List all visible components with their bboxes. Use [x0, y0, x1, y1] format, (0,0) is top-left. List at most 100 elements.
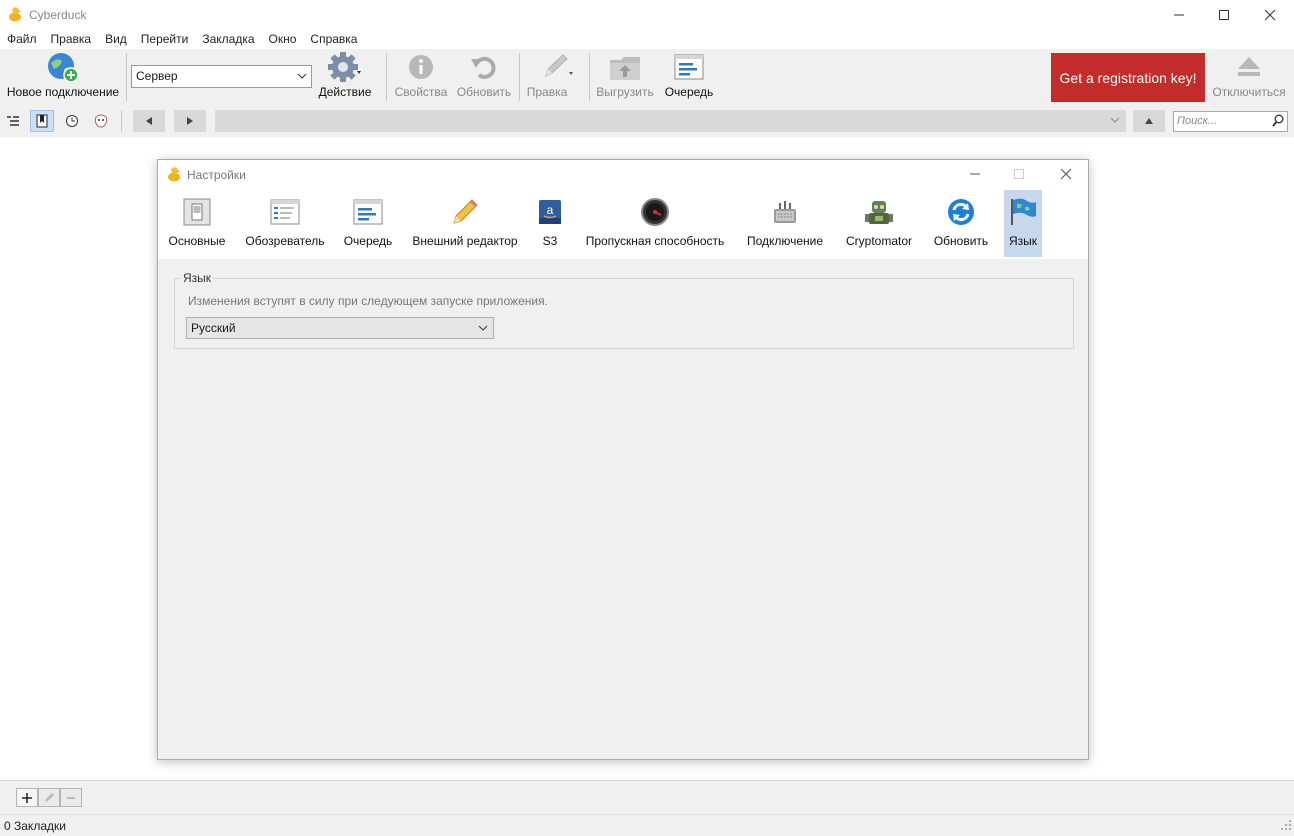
- disconnect-button[interactable]: Отключиться: [1209, 49, 1289, 105]
- status-bar: 0 Закладки: [0, 814, 1294, 836]
- queue-button[interactable]: Очередь: [660, 49, 718, 105]
- server-select[interactable]: Сервер: [131, 65, 312, 88]
- tab-bandwidth[interactable]: Пропускная способность: [578, 190, 732, 257]
- up-arrow-icon: [1145, 118, 1153, 124]
- tab-label: Подключение: [746, 234, 824, 248]
- dialog-maximize-button[interactable]: [1004, 164, 1034, 184]
- path-dropdown[interactable]: [215, 110, 1126, 132]
- new-connection-label: Новое подключение: [6, 85, 120, 99]
- bookmark-actions-bar: [0, 780, 1294, 814]
- eject-icon: [1235, 49, 1263, 85]
- search-input[interactable]: Поиск...: [1173, 111, 1288, 132]
- preferences-header: Настройки Основные Обозреватель Очередь …: [158, 160, 1088, 259]
- tab-general[interactable]: Основные: [164, 190, 230, 257]
- refresh-button[interactable]: Обновить: [454, 49, 514, 105]
- tab-label: Основные: [168, 234, 226, 248]
- chevron-down-icon: [1110, 113, 1120, 130]
- dialog-minimize-button[interactable]: [960, 164, 990, 184]
- bookmark-count-status: 0 Закладки: [4, 819, 66, 833]
- menu-file[interactable]: Файл: [7, 30, 37, 49]
- edit-bookmark-button[interactable]: [38, 788, 60, 807]
- menu-window[interactable]: Окно: [269, 30, 297, 49]
- window-title: Cyberduck: [29, 8, 87, 22]
- search-icon: [1272, 114, 1284, 134]
- pencil-icon: [45, 792, 54, 802]
- properties-button[interactable]: Свойства: [392, 49, 450, 105]
- language-select[interactable]: Русский: [186, 317, 494, 339]
- bandwidth-gauge-icon: [578, 190, 732, 230]
- chevron-down-icon: [478, 318, 488, 346]
- globe-plus-icon: [46, 49, 80, 85]
- disconnect-label: Отключиться: [1212, 85, 1286, 99]
- minus-icon: [67, 796, 75, 799]
- menu-bar: Файл Правка Вид Перейти Закладка Окно Сп…: [0, 30, 1294, 49]
- amazon-s3-icon: a: [534, 190, 566, 230]
- tab-queue[interactable]: Очередь: [340, 190, 396, 257]
- tab-s3[interactable]: a S3: [534, 190, 566, 257]
- queue-label: Очередь: [664, 85, 714, 99]
- tab-browser[interactable]: Обозреватель: [242, 190, 328, 257]
- toolbar-separator: [386, 53, 387, 101]
- parent-directory-button[interactable]: [1133, 110, 1165, 132]
- tab-cryptomator[interactable]: Cryptomator: [838, 190, 920, 257]
- tab-label: Обозреватель: [245, 234, 325, 248]
- info-icon: [407, 49, 435, 85]
- browser-window-icon: [242, 190, 328, 230]
- pencil-icon: [534, 49, 574, 85]
- upload-button[interactable]: Выгрузить: [594, 49, 656, 105]
- back-button[interactable]: [133, 110, 165, 132]
- forward-arrow-icon: [187, 117, 193, 125]
- language-group-label: Язык: [181, 271, 214, 285]
- delete-bookmark-button[interactable]: [60, 788, 82, 807]
- language-groupbox: Язык Изменения вступят в силу при следую…: [174, 271, 1074, 349]
- refresh-arrow-icon: [469, 49, 499, 85]
- new-connection-button[interactable]: Новое подключение: [4, 49, 122, 105]
- queue-window-icon: [673, 49, 705, 85]
- action-button[interactable]: Действие: [314, 49, 376, 105]
- language-flag-icon: [1004, 190, 1042, 230]
- toolbar-separator: [519, 53, 520, 101]
- svg-text:a: a: [547, 203, 554, 217]
- add-bookmark-button[interactable]: [16, 788, 38, 807]
- history-clock-icon[interactable]: [60, 110, 84, 132]
- edit-button[interactable]: Правка: [523, 49, 585, 105]
- minimize-button[interactable]: [1156, 0, 1202, 30]
- pencil-icon: [408, 190, 522, 230]
- maximize-button[interactable]: [1201, 0, 1247, 30]
- upload-label: Выгрузить: [596, 85, 654, 99]
- menu-view[interactable]: Вид: [105, 30, 127, 49]
- registration-key-label: Get a registration key!: [1059, 69, 1197, 86]
- dialog-close-button[interactable]: [1051, 164, 1081, 184]
- nav-separator: [121, 110, 122, 132]
- queue-list-icon: [340, 190, 396, 230]
- resize-grip-icon[interactable]: [1280, 819, 1292, 834]
- general-switch-icon: [164, 190, 230, 230]
- tab-update[interactable]: Обновить: [930, 190, 992, 257]
- outline-view-icon[interactable]: [1, 110, 25, 132]
- tab-label: Cryptomator: [845, 234, 913, 248]
- menu-go[interactable]: Перейти: [141, 30, 189, 49]
- cyberduck-duck-icon: [167, 166, 181, 185]
- refresh-label: Обновить: [456, 85, 512, 99]
- plus-icon: [22, 792, 32, 803]
- bonjour-icon[interactable]: [89, 110, 113, 132]
- server-select-value: Сервер: [136, 69, 178, 83]
- forward-button[interactable]: [174, 110, 206, 132]
- bookmarks-view-icon[interactable]: [30, 110, 54, 132]
- menu-bookmark[interactable]: Закладка: [202, 30, 254, 49]
- tab-connection[interactable]: Подключение: [744, 190, 826, 257]
- main-toolbar: Новое подключение Сервер Действие Свойст…: [0, 49, 1294, 105]
- menu-edit[interactable]: Правка: [51, 30, 92, 49]
- registration-key-button[interactable]: Get a registration key!: [1051, 53, 1205, 102]
- properties-label: Свойства: [394, 85, 448, 99]
- preferences-dialog: Настройки Основные Обозреватель Очередь …: [157, 159, 1089, 760]
- tab-language[interactable]: Язык: [1004, 190, 1042, 257]
- tab-label: Обновить: [933, 234, 989, 248]
- cyberduck-duck-icon: [8, 6, 22, 25]
- menu-help[interactable]: Справка: [310, 30, 357, 49]
- back-arrow-icon: [146, 117, 152, 125]
- close-button[interactable]: [1247, 0, 1293, 30]
- tab-external-editor[interactable]: Внешний редактор: [408, 190, 522, 257]
- restart-note: Изменения вступят в силу при следующем з…: [188, 294, 548, 308]
- tab-label: S3: [542, 234, 558, 248]
